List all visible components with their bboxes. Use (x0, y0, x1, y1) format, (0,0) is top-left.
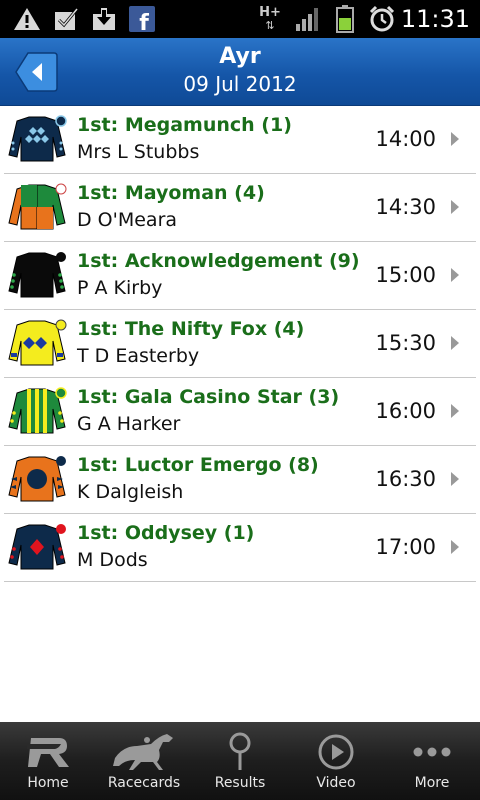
jockey-silk-icon (8, 456, 66, 502)
trainer-label: K Dalgleish (77, 481, 184, 503)
chevron-right-icon (451, 132, 459, 146)
bottom-nav-bar: Home Racecards Results Video More (0, 722, 480, 800)
header-bar: Ayr 09 Jul 2012 (0, 38, 480, 106)
race-row[interactable]: 1st: Mayoman (4) D O'Meara 14:30 (4, 174, 476, 242)
winner-label: 1st: Oddysey (1) (77, 522, 255, 544)
winner-label: 1st: The Nifty Fox (4) (77, 318, 305, 340)
race-time: 15:30 (375, 331, 436, 355)
jockey-silk-icon (8, 115, 67, 162)
results-list: 1st: Megamunch (1) Mrs L Stubbs 14:00 1s… (0, 106, 480, 582)
race-row[interactable]: 1st: The Nifty Fox (4) T D Easterby 15:3… (4, 310, 476, 378)
trainer-label: P A Kirby (77, 277, 163, 299)
race-time: 16:00 (375, 399, 436, 423)
jockey-silk-icon (8, 319, 67, 366)
hplus-network-icon: H+ ⇅ (259, 5, 281, 32)
facebook-icon: f (128, 5, 156, 33)
trainer-label: G A Harker (77, 413, 181, 435)
trainer-label: Mrs L Stubbs (77, 141, 200, 163)
more-dots-icon (384, 732, 480, 772)
race-row[interactable]: 1st: Megamunch (1) Mrs L Stubbs 14:00 (4, 106, 476, 174)
chevron-right-icon (451, 472, 459, 486)
clock: 11:31 (400, 5, 470, 33)
warning-icon (12, 5, 42, 33)
race-time: 17:00 (375, 535, 436, 559)
jockey-silk-icon (8, 252, 66, 298)
page-subtitle-date: 09 Jul 2012 (183, 72, 297, 96)
race-row[interactable]: 1st: Gala Casino Star (3) G A Harker 16:… (4, 378, 476, 446)
checkbox-icon (52, 5, 80, 33)
winner-label: 1st: Megamunch (1) (77, 114, 292, 136)
trainer-label: D O'Meara (77, 209, 178, 231)
race-time: 14:30 (375, 195, 436, 219)
nav-label: Video (316, 775, 356, 791)
network-type-label: H+ (259, 5, 281, 20)
trainer-label: T D Easterby (77, 345, 200, 367)
chevron-right-icon (451, 540, 459, 554)
page-title: Ayr (219, 44, 261, 69)
alarm-icon (368, 5, 396, 33)
play-icon (288, 732, 384, 772)
chevron-right-icon (451, 336, 459, 350)
nav-label: Results (214, 775, 266, 791)
nav-label: Racecards (107, 775, 181, 791)
winner-label: 1st: Mayoman (4) (77, 182, 265, 204)
nav-video[interactable]: Video (288, 722, 384, 800)
home-r-logo-icon (0, 732, 96, 772)
winner-label: 1st: Gala Casino Star (3) (77, 386, 340, 408)
winner-label: 1st: Acknowledgement (9) (77, 250, 360, 272)
nav-home[interactable]: Home (0, 722, 96, 800)
nav-results[interactable]: Results (192, 722, 288, 800)
jockey-silk-icon (8, 387, 67, 434)
trainer-label: M Dods (77, 549, 148, 571)
chevron-right-icon (451, 200, 459, 214)
race-time: 14:00 (375, 127, 436, 151)
nav-racecards[interactable]: Racecards (96, 722, 192, 800)
chevron-right-icon (451, 268, 459, 282)
status-bar: f H+ ⇅ 11:31 (0, 0, 480, 38)
download-icon (90, 5, 118, 33)
winner-label: 1st: Luctor Emergo (8) (77, 454, 319, 476)
race-row[interactable]: 1st: Acknowledgement (9) P A Kirby 15:00 (4, 242, 476, 310)
jockey-silk-icon (8, 183, 67, 230)
nav-more[interactable]: More (384, 722, 480, 800)
chevron-right-icon (451, 404, 459, 418)
race-row[interactable]: 1st: Oddysey (1) M Dods 17:00 (4, 514, 476, 582)
nav-label: More (414, 775, 450, 791)
race-time: 15:00 (375, 263, 436, 287)
facebook-glyph: f (139, 11, 149, 32)
racehorse-icon (96, 732, 192, 772)
signal-icon (294, 5, 322, 33)
race-row[interactable]: 1st: Luctor Emergo (8) K Dalgleish 16:30 (4, 446, 476, 514)
nav-label: Home (27, 775, 69, 791)
race-time: 16:30 (375, 467, 436, 491)
results-pin-icon (192, 732, 288, 772)
battery-icon (332, 5, 358, 33)
jockey-silk-icon (8, 524, 66, 570)
